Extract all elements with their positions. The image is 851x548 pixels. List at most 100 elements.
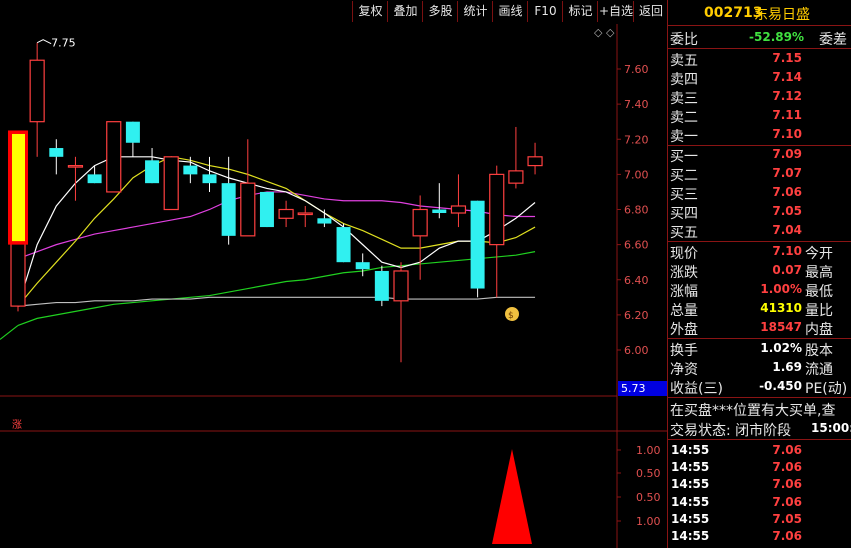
price-tick-label: 7.20 [624, 133, 649, 146]
ma-gray-line [17, 296, 536, 307]
sell-level-label: 卖一 [670, 129, 698, 145]
candle [202, 156, 217, 192]
candle [49, 139, 64, 175]
candle [87, 165, 102, 184]
candle [125, 121, 140, 157]
settings-icon[interactable]: ◇ [606, 26, 615, 39]
add-favorite-button[interactable]: +自选 [597, 1, 634, 22]
quote-panel: 002713 东易日盛 委比 -52.89% 委差 卖五 7.15 卖四 7.14 卖三 7.12 卖… [667, 0, 851, 548]
stat-value: 18547 [760, 320, 802, 334]
candle [145, 148, 160, 184]
sell-level-price: 7.12 [772, 89, 802, 103]
buy-level-label: 买二 [670, 168, 698, 184]
stat-label: 涨跌 [670, 265, 698, 281]
tick-price: 7.06 [772, 477, 802, 492]
ma-magenta-line [17, 191, 536, 260]
candle [278, 200, 294, 228]
volume-subchart: 1.00 0.50 0.50 1.00 [492, 444, 661, 544]
candle [470, 200, 485, 298]
price-tick-label: 6.00 [624, 344, 649, 357]
candle [450, 174, 467, 228]
buy-level-label: 买三 [670, 187, 698, 203]
candle [527, 142, 543, 175]
price-tick-label: 7.00 [624, 168, 649, 181]
back-button[interactable]: 返回 [633, 1, 668, 22]
candle [508, 126, 524, 189]
buy-level-price: 7.09 [772, 147, 802, 161]
signal-triangle [492, 449, 532, 544]
tick-time: 14:55 [671, 494, 710, 509]
stat-label-2: 今开 [805, 246, 833, 262]
buy-level-label: 买四 [670, 206, 698, 222]
zhang-label: 涨 [12, 419, 22, 431]
ma-green-line [17, 251, 536, 326]
ma-green-line-ext [0, 324, 19, 340]
overlay-button[interactable]: 叠加 [387, 1, 423, 22]
stat2-label: 净资 [670, 362, 698, 378]
candle [393, 262, 409, 363]
sell-level-price: 7.14 [772, 70, 802, 84]
sell-level-label: 卖四 [670, 72, 698, 88]
weibi-label: 委比 [670, 32, 698, 48]
tick-time: 14:55 [671, 511, 710, 526]
current-price-label: 5.73 [621, 382, 646, 395]
trade-status: 交易状态: 闭市阶段 [670, 423, 792, 439]
stat2-label-2: 股本 [805, 343, 833, 359]
divider [668, 338, 851, 339]
highlight-bar [8, 130, 28, 245]
stat-label: 涨幅 [670, 284, 698, 300]
svg-text:$: $ [508, 311, 514, 321]
buy-level-price: 7.05 [772, 204, 802, 218]
buy-level-price: 7.06 [772, 185, 802, 199]
statistics-button[interactable]: 统计 [457, 1, 493, 22]
candle [163, 156, 179, 211]
stat2-label: 收益(三) [670, 381, 723, 397]
stat-label-2: 量比 [805, 303, 833, 319]
buy-level-price: 7.07 [772, 166, 802, 180]
draw-line-button[interactable]: 画线 [492, 1, 528, 22]
sell-level-label: 卖三 [670, 91, 698, 107]
candlesticks: 7.75 [8, 37, 543, 363]
price-axis: 7.60 7.40 7.20 7.00 6.80 6.60 6.40 6.20 6.00 5.73 [617, 63, 667, 396]
stat2-value: 1.02% [760, 341, 802, 355]
diamond-icon[interactable]: ◇ [594, 26, 603, 39]
price-tick-label: 7.60 [624, 63, 649, 76]
candle [374, 265, 389, 307]
candle [259, 191, 274, 228]
buy-level-label: 买一 [670, 149, 698, 165]
mark-button[interactable]: 标记 [562, 1, 598, 22]
candle [183, 156, 198, 184]
divider [668, 25, 851, 26]
tick-time: 14:55 [671, 529, 710, 543]
sub-tick-label: 0.50 [636, 491, 661, 504]
f10-button[interactable]: F10 [527, 1, 563, 22]
restore-rights-button[interactable]: 复权 [352, 1, 388, 22]
panel-divider [667, 0, 668, 548]
sub-tick-label: 1.00 [636, 515, 661, 528]
trade-status-time: 15:00: [811, 421, 851, 435]
candle [412, 195, 428, 280]
tick-price: 7.05 [772, 511, 802, 526]
divider [668, 439, 851, 440]
moving-average-lines [0, 156, 536, 340]
stat-value: 1.00% [760, 282, 802, 296]
divider [668, 48, 851, 49]
candle [355, 253, 370, 277]
buy-level-label: 买五 [670, 225, 698, 241]
candle [432, 183, 447, 219]
stat2-label-2: PE(动) [805, 381, 848, 397]
multi-stock-button[interactable]: 多股 [422, 1, 458, 22]
price-tick-label: 6.20 [624, 309, 649, 322]
price-tick-label: 6.60 [624, 239, 649, 252]
candle [336, 223, 351, 263]
stat-label-2: 最低 [805, 284, 833, 300]
kline-chart[interactable]: 7.75 7.60 7.40 7.20 7.00 6.80 6.60 6.40 6.20 6.0… [0, 24, 667, 548]
stat2-label: 换手 [670, 343, 698, 359]
stat-label-2: 内盘 [805, 322, 833, 338]
candle [489, 165, 505, 298]
stat-label-2: 最高 [805, 265, 833, 281]
price-tick-label: 6.40 [624, 274, 649, 287]
divider [668, 241, 851, 242]
high-price-label: 7.75 [51, 37, 76, 50]
money-bag-icon: $ [505, 307, 519, 321]
